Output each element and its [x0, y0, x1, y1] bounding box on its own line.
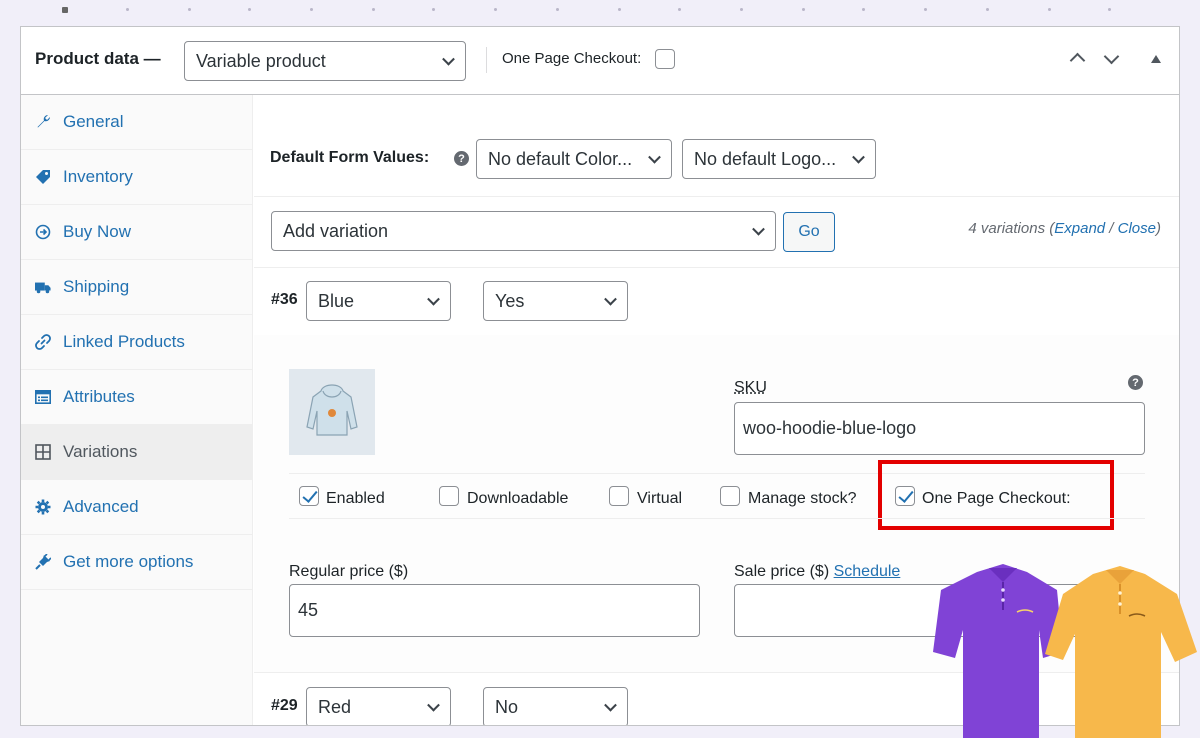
chevron-down-icon [427, 698, 440, 712]
product-data-header: Product data — Variable product One Page… [21, 27, 1179, 95]
sale-price-text: Sale price ($) [734, 563, 830, 580]
sidebar-item-label: Advanced [63, 497, 139, 516]
sidebar-item-label: Buy Now [63, 222, 132, 241]
variation-logo-select[interactable]: No [483, 687, 628, 725]
highlight-box [878, 460, 1114, 530]
polo-shirts-image [933, 564, 1197, 738]
product-data-title: Product data — [35, 49, 161, 68]
default-logo-select[interactable]: No default Logo... [682, 139, 876, 179]
virtual-label: Virtual [637, 490, 683, 507]
hoodie-image [306, 384, 358, 436]
manage-stock-checkbox[interactable] [720, 486, 740, 506]
go-button[interactable]: Go [783, 212, 835, 252]
variation-logo-select[interactable]: Yes [483, 281, 628, 321]
sidebar-item-label: Shipping [63, 277, 130, 296]
variation-number: #36 [271, 291, 298, 308]
chevron-down-icon [648, 150, 661, 164]
product-data-tabs: General Inventory Buy Now Shipping Linke… [21, 95, 253, 725]
product-type-value: Variable product [196, 50, 326, 71]
help-icon[interactable]: ? [454, 151, 469, 166]
variation-color-value: Blue [318, 290, 355, 311]
chevron-down-icon[interactable] [1103, 48, 1120, 65]
sidebar-item-inventory[interactable]: Inventory [21, 150, 253, 205]
chevron-down-icon [604, 292, 617, 306]
sidebar-item-advanced[interactable]: Advanced [21, 480, 253, 535]
divider [254, 196, 1179, 197]
variation-color-value: Red [318, 696, 352, 717]
chevron-down-icon [852, 150, 865, 164]
sidebar-item-label: Get more options [63, 552, 194, 571]
purple-polo-shirt-icon [933, 564, 1063, 738]
divider [486, 47, 487, 73]
downloadable-label: Downloadable [467, 490, 569, 507]
sidebar-item-linked-products[interactable]: Linked Products [21, 315, 253, 370]
manage-stock-label: Manage stock? [748, 490, 857, 507]
sidebar-item-variations[interactable]: Variations [21, 425, 253, 480]
link-icon [35, 334, 51, 350]
plugin-icon [35, 554, 51, 570]
variations-count: 4 variations (Expand / Close) [968, 220, 1161, 237]
chevron-down-icon [427, 292, 440, 306]
list-icon [35, 389, 51, 405]
product-type-select[interactable]: Variable product [184, 41, 466, 81]
chevron-down-icon [604, 698, 617, 712]
add-variation-value: Add variation [283, 220, 389, 241]
regular-price-input[interactable]: 45 [289, 584, 700, 637]
sidebar-item-general[interactable]: General [21, 95, 253, 150]
sidebar-item-label: Inventory [63, 167, 133, 186]
sidebar-item-get-more-options[interactable]: Get more options [21, 535, 253, 590]
sidebar-item-shipping[interactable]: Shipping [21, 260, 253, 315]
one-page-checkout-checkbox[interactable] [655, 49, 675, 69]
grid-icon [35, 444, 51, 460]
variations-count-text: 4 variations [968, 220, 1046, 237]
sidebar-item-attributes[interactable]: Attributes [21, 370, 253, 425]
sale-price-label: Sale price ($) Schedule [734, 563, 900, 581]
sidebar-item-buy-now[interactable]: Buy Now [21, 205, 253, 260]
regular-price-label: Regular price ($) [289, 563, 409, 580]
yellow-polo-shirt-icon [1045, 566, 1197, 738]
schedule-link[interactable]: Schedule [834, 563, 901, 580]
variation-logo-value: Yes [495, 290, 525, 311]
sidebar-item-label: Variations [63, 442, 138, 461]
decorative-dots [0, 7, 1200, 14]
tag-icon [35, 169, 51, 185]
wrench-icon [35, 114, 51, 130]
one-page-checkout-label: One Page Checkout: [502, 50, 642, 67]
sidebar-item-label: General [63, 112, 124, 131]
sidebar-item-label: Attributes [63, 387, 135, 406]
downloadable-checkbox[interactable] [439, 486, 459, 506]
enabled-label: Enabled [326, 490, 385, 507]
sku-value: woo-hoodie-blue-logo [743, 418, 917, 438]
variation-color-select[interactable]: Blue [306, 281, 451, 321]
sku-label: SKU [734, 379, 767, 396]
variation-image[interactable] [289, 369, 375, 455]
truck-icon [35, 279, 51, 295]
add-variation-select[interactable]: Add variation [271, 211, 776, 251]
variation-logo-value: No [495, 696, 519, 717]
chevron-down-icon [442, 52, 455, 66]
close-link[interactable]: Close [1118, 220, 1156, 237]
default-form-values-label: Default Form Values: [270, 149, 430, 166]
arrow-circle-icon [35, 224, 51, 240]
divider [254, 267, 1179, 268]
divider [289, 518, 1145, 519]
gear-icon [35, 499, 51, 515]
default-color-select[interactable]: No default Color... [476, 139, 672, 179]
default-logo-value: No default Logo... [694, 148, 837, 169]
chevron-down-icon [752, 222, 765, 236]
separator: / [1109, 220, 1114, 237]
enabled-checkbox[interactable] [299, 486, 319, 506]
collapse-toggle-icon[interactable] [1151, 55, 1161, 63]
sku-input[interactable]: woo-hoodie-blue-logo [734, 402, 1145, 455]
virtual-checkbox[interactable] [609, 486, 629, 506]
sidebar-item-label: Linked Products [63, 332, 185, 351]
help-icon[interactable]: ? [1128, 375, 1143, 390]
chevron-up-icon[interactable] [1069, 52, 1086, 69]
variation-color-select[interactable]: Red [306, 687, 451, 725]
default-color-value: No default Color... [488, 148, 633, 169]
regular-price-value: 45 [298, 600, 319, 620]
expand-link[interactable]: Expand [1054, 220, 1105, 237]
variation-number: #29 [271, 697, 298, 714]
